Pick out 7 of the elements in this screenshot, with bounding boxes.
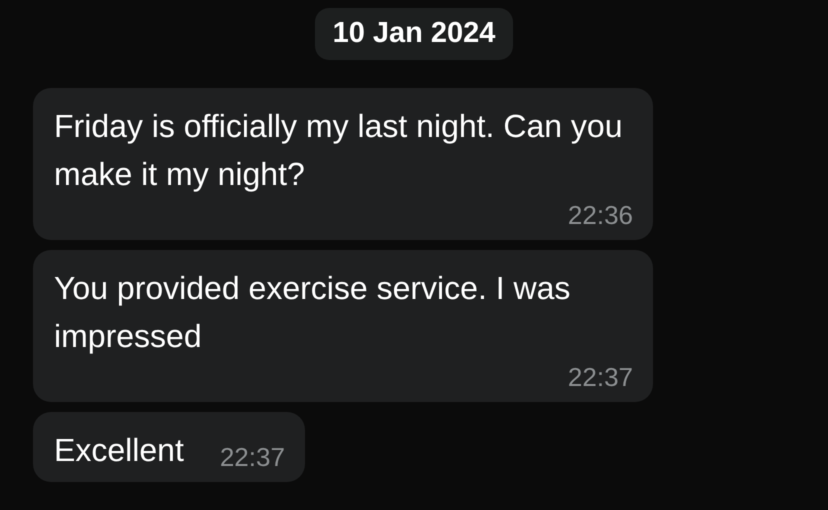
message-text: Excellent	[54, 430, 184, 470]
message-time: 22:37	[220, 440, 285, 474]
message-time: 22:36	[568, 198, 633, 232]
message-text: You provided exercise service. I was impressed	[54, 268, 572, 356]
message-text: Friday is officially my last night. Can you make it my night?	[54, 106, 624, 194]
message-time: 22:37	[568, 360, 633, 394]
date-separator: 10 Jan 2024	[314, 8, 514, 60]
